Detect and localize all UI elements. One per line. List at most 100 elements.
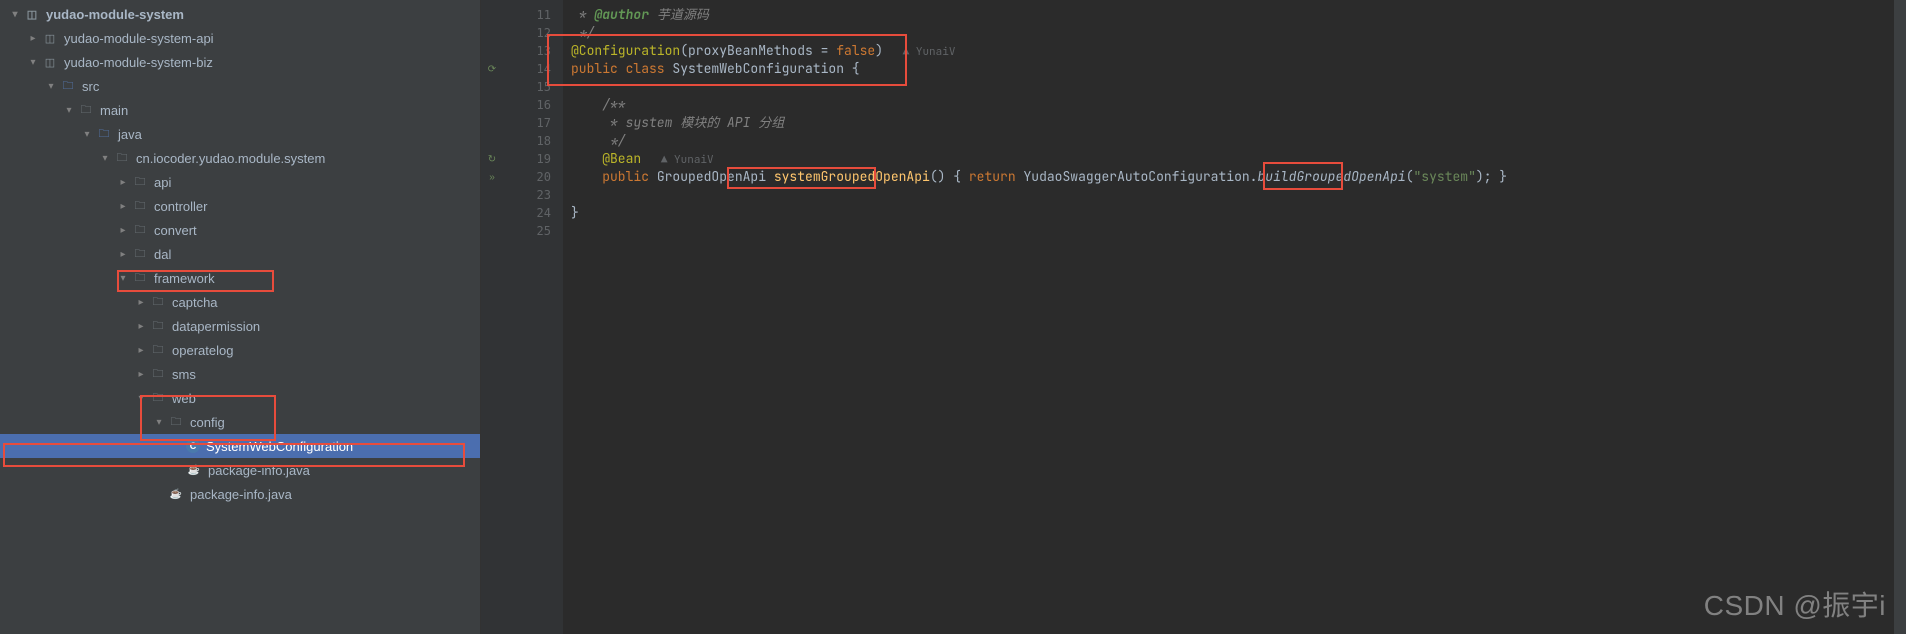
code-line[interactable]: * @author 芋道源码 xyxy=(571,6,1906,24)
expand-arrow[interactable] xyxy=(116,199,130,213)
expand-arrow[interactable] xyxy=(26,31,40,45)
package-icon xyxy=(132,222,148,238)
code-line[interactable] xyxy=(571,186,1906,204)
gutter-icons: ⟳ ↻» xyxy=(481,0,503,634)
gutter-icon xyxy=(481,186,503,204)
gutter-icon[interactable]: » xyxy=(481,168,503,186)
package-icon xyxy=(150,366,166,382)
code-line[interactable]: /** xyxy=(571,96,1906,114)
tree-item-label: framework xyxy=(154,271,215,286)
code-line[interactable]: * system 模块的 API 分组 xyxy=(571,114,1906,132)
line-number: 23 xyxy=(503,186,551,204)
code-line[interactable] xyxy=(571,222,1906,240)
expand-arrow[interactable] xyxy=(134,295,148,309)
expand-arrow[interactable] xyxy=(116,223,130,237)
expand-arrow[interactable] xyxy=(116,175,130,189)
tree-item-operatelog[interactable]: operatelog xyxy=(0,338,480,362)
expand-arrow[interactable] xyxy=(134,367,148,381)
tree-item-label: src xyxy=(82,79,99,94)
tree-item-java[interactable]: java xyxy=(0,122,480,146)
code-line[interactable]: @Configuration(proxyBeanMethods = false)… xyxy=(571,42,1906,60)
tree-item-framework[interactable]: framework xyxy=(0,266,480,290)
tree-item-label: config xyxy=(190,415,225,430)
tree-item-package-info-java[interactable]: package-info.java xyxy=(0,458,480,482)
line-numbers: 11121314151617181920232425 xyxy=(503,0,563,634)
expand-arrow[interactable] xyxy=(134,391,148,405)
tree-item-label: yudao-module-system-biz xyxy=(64,55,213,70)
tree-item-captcha[interactable]: captcha xyxy=(0,290,480,314)
tree-item-label: cn.iocoder.yudao.module.system xyxy=(136,151,325,166)
tree-item-sms[interactable]: sms xyxy=(0,362,480,386)
code-line[interactable]: @Bean ▲ YunaiV xyxy=(571,150,1906,168)
tree-item-package-info-java[interactable]: package-info.java xyxy=(0,482,480,506)
expand-arrow[interactable] xyxy=(152,415,166,429)
line-number: 19 xyxy=(503,150,551,168)
tree-item-src[interactable]: src xyxy=(0,74,480,98)
tree-item-label: dal xyxy=(154,247,171,262)
tree-item-label: java xyxy=(118,127,142,142)
code-content[interactable]: * @author 芋道源码 */@Configuration(proxyBea… xyxy=(563,0,1906,634)
tree-item-yudao-module-system-api[interactable]: yudao-module-system-api xyxy=(0,26,480,50)
package-icon xyxy=(132,246,148,262)
java-file-icon xyxy=(168,486,184,502)
expand-arrow[interactable] xyxy=(26,55,40,69)
tree-item-main[interactable]: main xyxy=(0,98,480,122)
tree-item-web[interactable]: web xyxy=(0,386,480,410)
scrollbar[interactable] xyxy=(1894,0,1906,634)
gutter-icon xyxy=(481,6,503,24)
line-number: 15 xyxy=(503,78,551,96)
expand-arrow[interactable] xyxy=(134,319,148,333)
line-number: 14 xyxy=(503,60,551,78)
package-icon xyxy=(150,318,166,334)
code-line[interactable]: */ xyxy=(571,24,1906,42)
folder-src-icon xyxy=(60,78,76,94)
code-line[interactable]: */ xyxy=(571,132,1906,150)
tree-item-convert[interactable]: convert xyxy=(0,218,480,242)
tree-item-controller[interactable]: controller xyxy=(0,194,480,218)
gutter-icon xyxy=(481,132,503,150)
tree-item-yudao-module-system-biz[interactable]: yudao-module-system-biz xyxy=(0,50,480,74)
gutter-icon xyxy=(481,204,503,222)
code-line[interactable]: public GroupedOpenApi systemGroupedOpenA… xyxy=(571,168,1906,186)
gutter-icon xyxy=(481,78,503,96)
expand-arrow[interactable] xyxy=(62,103,76,117)
tree-item-label: package-info.java xyxy=(190,487,292,502)
tree-item-systemwebconfiguration[interactable]: SystemWebConfiguration xyxy=(0,434,480,458)
tree-item-dal[interactable]: dal xyxy=(0,242,480,266)
expand-arrow[interactable] xyxy=(80,127,94,141)
code-line[interactable]: public class SystemWebConfiguration { xyxy=(571,60,1906,78)
tree-item-cn-iocoder-yudao-module-system[interactable]: cn.iocoder.yudao.module.system xyxy=(0,146,480,170)
gutter-icon xyxy=(481,96,503,114)
tree-item-config[interactable]: config xyxy=(0,410,480,434)
expand-arrow[interactable] xyxy=(116,271,130,285)
code-editor[interactable]: ⟳ ↻» 11121314151617181920232425 * @author… xyxy=(481,0,1906,634)
tree-item-datapermission[interactable]: datapermission xyxy=(0,314,480,338)
gutter-icon xyxy=(481,222,503,240)
module-icon xyxy=(42,54,58,70)
tree-item-label: convert xyxy=(154,223,197,238)
tree-item-label: yudao-module-system xyxy=(46,7,184,22)
code-line[interactable]: } xyxy=(571,204,1906,222)
tree-item-yudao-module-system[interactable]: yudao-module-system xyxy=(0,2,480,26)
tree-item-api[interactable]: api xyxy=(0,170,480,194)
package-icon xyxy=(132,198,148,214)
expand-arrow[interactable] xyxy=(98,151,112,165)
expand-arrow[interactable] xyxy=(44,79,58,93)
folder-src-icon xyxy=(96,126,112,142)
tree-item-label: sms xyxy=(172,367,196,382)
gutter-icon[interactable]: ⟳ xyxy=(481,60,503,78)
line-number: 11 xyxy=(503,6,551,24)
expand-arrow[interactable] xyxy=(8,7,22,21)
project-tree[interactable]: yudao-module-system yudao-module-system-a… xyxy=(0,0,481,634)
code-line[interactable] xyxy=(571,78,1906,96)
tree-item-label: package-info.java xyxy=(208,463,310,478)
expand-arrow xyxy=(152,487,166,501)
expand-arrow xyxy=(170,463,184,477)
gutter-icon[interactable]: ↻ xyxy=(481,150,503,168)
tree-item-label: web xyxy=(172,391,196,406)
expand-arrow[interactable] xyxy=(134,343,148,357)
module-icon xyxy=(42,30,58,46)
line-number: 18 xyxy=(503,132,551,150)
class-icon xyxy=(186,439,200,453)
expand-arrow[interactable] xyxy=(116,247,130,261)
